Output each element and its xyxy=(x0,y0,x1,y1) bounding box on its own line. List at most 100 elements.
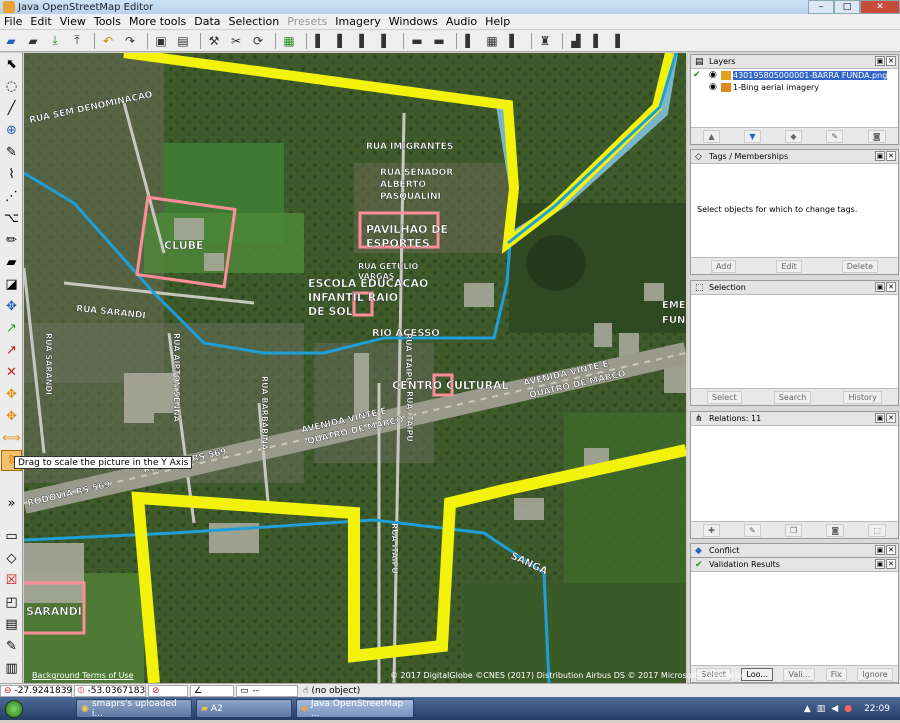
zoom-tool-icon[interactable]: ⊕ xyxy=(1,120,22,141)
duplicate-relation-icon[interactable]: ❐ xyxy=(784,523,803,537)
split-icon[interactable]: ✂ xyxy=(227,32,245,50)
panel-detach-icon[interactable]: ▣ xyxy=(875,151,885,161)
panel-close-icon[interactable]: ✕ xyxy=(886,545,896,555)
add-relation-icon[interactable]: ✚ xyxy=(703,523,720,537)
edit-relation-icon[interactable]: ✎ xyxy=(744,523,761,537)
red-arrow-icon[interactable]: ↗ xyxy=(1,340,22,361)
factory-icon[interactable]: ▟ xyxy=(567,32,585,50)
minimap-icon[interactable]: ▥ xyxy=(1,658,22,679)
menu-view[interactable]: View xyxy=(56,15,90,28)
validation-header[interactable]: ✔ Validation Results ▣ ✕ xyxy=(691,558,898,572)
history-button[interactable]: History xyxy=(843,390,882,404)
menu-data[interactable]: Data xyxy=(190,15,224,28)
open-file-icon[interactable]: ▰ xyxy=(2,32,20,50)
relations-header[interactable]: ⋔ Relations: 11 ▣ ✕ xyxy=(691,412,898,426)
maximize-button[interactable]: □ xyxy=(834,0,860,14)
tray-arrow-icon[interactable]: ▲ xyxy=(804,704,811,714)
taskbar-item-folder[interactable]: ▰ A2 xyxy=(196,699,292,718)
pencil-icon[interactable]: ✏ xyxy=(1,230,22,251)
merge-icon[interactable]: ◆ xyxy=(785,129,802,143)
rotate-picture-icon[interactable]: ✥ xyxy=(1,406,22,427)
remove-icon[interactable]: ✕ xyxy=(1,362,22,383)
expand-icon[interactable]: » xyxy=(1,493,22,514)
building-icon[interactable]: ▰ xyxy=(1,252,22,273)
tower-icon[interactable]: ▌ xyxy=(611,32,629,50)
green-arrow-icon[interactable]: ↗ xyxy=(1,318,22,339)
tag-toggle-icon[interactable]: ◇ xyxy=(1,548,22,569)
panel-close-icon[interactable]: ✕ xyxy=(886,56,896,66)
move-picture-icon[interactable]: ✥ xyxy=(1,384,22,405)
draw-tool-icon[interactable]: ╱ xyxy=(1,98,22,119)
menu-selection[interactable]: Selection xyxy=(225,15,284,28)
redo-icon[interactable]: ↷ xyxy=(121,32,139,50)
delete-tag-button[interactable]: Delete xyxy=(841,259,879,273)
panel-close-icon[interactable]: ✕ xyxy=(886,413,896,423)
undo-icon[interactable]: ↶ xyxy=(99,32,117,50)
move-down-icon[interactable]: ▼ xyxy=(744,129,761,143)
search-button[interactable]: Search xyxy=(773,390,812,404)
panel-close-icon[interactable]: ✕ xyxy=(886,151,896,161)
notes-toggle-icon[interactable]: ▤ xyxy=(1,614,22,635)
extrude-icon[interactable]: ⌥ xyxy=(1,208,22,229)
map-view[interactable]: RUA SEM DENOMINAÇÃO RUA IMIGRANTES RUA S… xyxy=(24,53,686,683)
select-relation-icon[interactable]: ⬚ xyxy=(868,523,886,537)
chimney-icon[interactable]: ▌ xyxy=(589,32,607,50)
background-terms-link[interactable]: Background Terms of Use xyxy=(32,671,134,680)
panel-close-icon[interactable]: ✕ xyxy=(886,282,896,292)
network-icon[interactable]: ▥ xyxy=(817,704,826,714)
layer-row[interactable]: ◉ 1-Bing aerial imagery xyxy=(691,81,898,93)
download-icon[interactable]: ⤓ xyxy=(46,32,64,50)
pole-3-icon[interactable]: ▌ xyxy=(355,32,373,50)
tram-icon[interactable]: ▬ xyxy=(430,32,448,50)
menu-presets[interactable]: Presets xyxy=(283,15,331,28)
upload-icon[interactable]: ⤒ xyxy=(68,32,86,50)
panel-detach-icon[interactable]: ▣ xyxy=(875,545,885,555)
menu-imagery[interactable]: Imagery xyxy=(331,15,384,28)
selection-header[interactable]: ⬚ Selection ▣ ✕ xyxy=(691,281,898,295)
menu-more-tools[interactable]: More tools xyxy=(125,15,190,28)
visible-eye-icon[interactable]: ◉ xyxy=(709,82,721,92)
imagery-offset-icon[interactable]: ▦ xyxy=(280,32,298,50)
menu-tools[interactable]: Tools xyxy=(90,15,125,28)
edit-tag-button[interactable]: Edit xyxy=(776,259,802,273)
area-icon[interactable]: ◪ xyxy=(1,274,22,295)
improve-way-icon[interactable]: ⌇ xyxy=(1,164,22,185)
select-tool-icon[interactable]: ⬉ xyxy=(1,54,22,75)
panel-detach-icon[interactable]: ▣ xyxy=(875,559,885,569)
menu-audio[interactable]: Audio xyxy=(442,15,481,28)
move-up-icon[interactable]: ▲ xyxy=(703,129,720,143)
tags-header[interactable]: ◇ Tags / Memberships ▣ ✕ xyxy=(691,150,898,164)
pole-2-icon[interactable]: ▌ xyxy=(333,32,351,50)
parallel-icon[interactable]: ⋰ xyxy=(1,186,22,207)
scale-x-icon[interactable]: ⟺ xyxy=(1,428,22,449)
panel-detach-icon[interactable]: ▣ xyxy=(875,56,885,66)
menu-windows[interactable]: Windows xyxy=(385,15,442,28)
visible-eye-icon[interactable]: ◉ xyxy=(709,70,721,80)
menu-file[interactable]: File xyxy=(0,15,26,28)
validation-fix-button[interactable]: Fix xyxy=(825,667,847,681)
move-icon[interactable]: ✥ xyxy=(1,296,22,317)
map-canvas[interactable]: RUA SEM DENOMINAÇÃO RUA IMIGRANTES RUA S… xyxy=(24,53,686,683)
validation-ignore-button[interactable]: Ignore xyxy=(857,667,893,681)
tag-icon[interactable]: ▤ xyxy=(174,32,192,50)
pole-4-icon[interactable]: ▌ xyxy=(377,32,395,50)
relation-toggle-icon[interactable]: ☒ xyxy=(1,570,22,591)
edit-layer-icon[interactable]: ✎ xyxy=(826,129,844,143)
menu-help[interactable]: Help xyxy=(481,15,514,28)
delete-layer-icon[interactable]: ◙ xyxy=(867,129,886,143)
panel-detach-icon[interactable]: ▣ xyxy=(875,413,885,423)
taskbar-item-josm[interactable]: ◆ Java OpenStreetMap ... xyxy=(296,699,414,719)
delete-tool-icon[interactable]: ✎ xyxy=(1,142,22,163)
wall-icon[interactable]: ▌ xyxy=(505,32,523,50)
validation-validate-button[interactable]: Vali... xyxy=(783,667,816,681)
add-tag-button[interactable]: Add xyxy=(710,259,737,273)
volume-icon[interactable]: ◀ xyxy=(831,704,838,714)
layer-toggle-icon[interactable]: ▭ xyxy=(1,526,22,547)
start-button[interactable] xyxy=(0,697,28,720)
preferences-icon[interactable]: ▣ xyxy=(152,32,170,50)
clock[interactable]: 22:09 xyxy=(864,704,890,714)
minimize-button[interactable]: – xyxy=(808,0,834,14)
panel-detach-icon[interactable]: ▣ xyxy=(875,282,885,292)
map-paint-icon[interactable]: ✎ xyxy=(1,636,22,657)
panel-close-icon[interactable]: ✕ xyxy=(886,559,896,569)
